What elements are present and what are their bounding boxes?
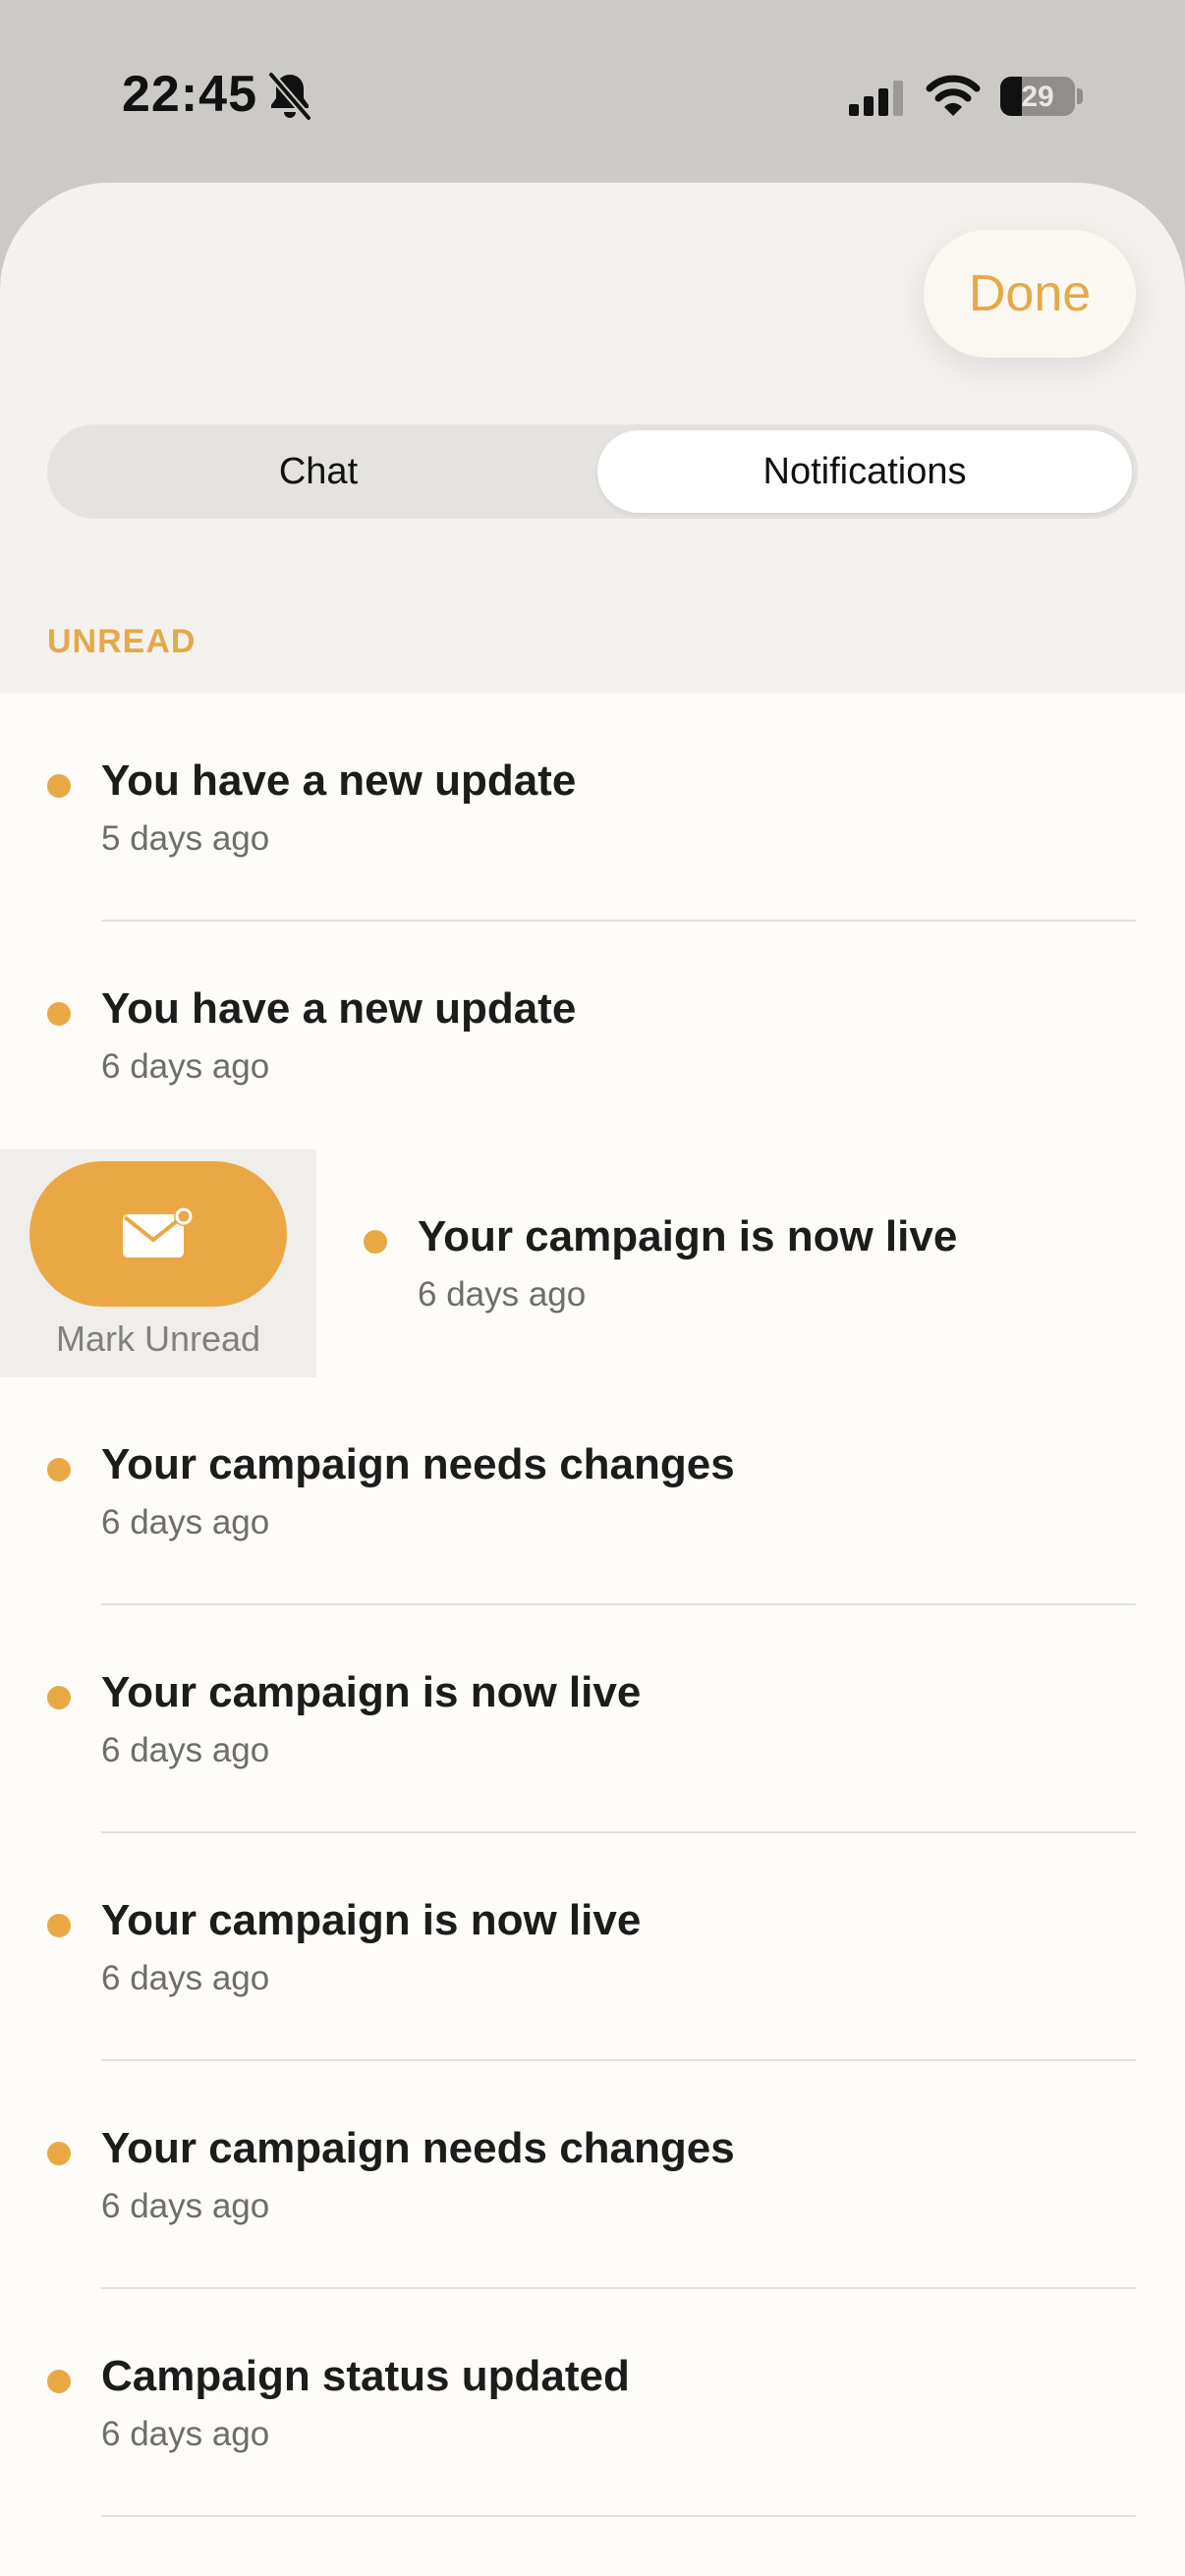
notification-row[interactable]: Your campaign is now live 6 days ago [0, 1833, 1185, 2061]
notification-time: 6 days ago [101, 2415, 270, 2453]
section-header-unread: UNREAD [47, 623, 197, 660]
notification-row-swiped[interactable]: Mark Unread Your campaign is now live 6 … [0, 1149, 1185, 1377]
done-button[interactable]: Done [924, 230, 1136, 358]
cellular-signal-icon [849, 81, 903, 116]
notification-title: Your campaign needs changes [101, 1440, 735, 1488]
battery-icon: 29 [1000, 77, 1075, 116]
notification-list: You have a new update 5 days ago You hav… [0, 694, 1185, 2576]
notification-row[interactable]: You have a new update 5 days ago [0, 694, 1185, 922]
tab-chat[interactable]: Chat [53, 430, 584, 513]
mark-unread-button[interactable] [29, 1161, 287, 1307]
notification-title: Your campaign needs changes [101, 2124, 735, 2172]
notification-time: 6 days ago [418, 1275, 587, 1314]
notification-row[interactable]: Your campaign is now live 6 days ago [0, 1605, 1185, 1833]
unread-dot [47, 1914, 71, 1937]
notification-time: 6 days ago [101, 2187, 270, 2225]
notification-title: You have a new update [101, 984, 577, 1033]
notification-title: Campaign status updated [101, 2352, 630, 2400]
notification-title: You have a new update [101, 756, 577, 805]
notification-time: 6 days ago [101, 1047, 270, 1086]
tab-notifications[interactable]: Notifications [597, 430, 1132, 513]
row-divider [101, 2515, 1136, 2517]
unread-dot [47, 2370, 71, 2393]
swipe-action: Mark Unread [0, 1149, 316, 1377]
notification-row[interactable]: You have a new update 6 days ago [0, 922, 1185, 1149]
unread-dot [47, 1002, 71, 1026]
battery-percent: 29 [1021, 81, 1054, 113]
envelope-badge-icon [123, 1206, 194, 1258]
unread-dot [47, 774, 71, 798]
unread-dot [47, 1686, 71, 1709]
wifi-icon [926, 75, 981, 116]
unread-dot [47, 2142, 71, 2165]
unread-dot [47, 1458, 71, 1482]
notification-time: 6 days ago [101, 1731, 270, 1769]
notification-row[interactable]: Your campaign needs changes 6 days ago [0, 2061, 1185, 2289]
status-time: 22:45 [122, 66, 257, 123]
notification-title: Your campaign is now live [101, 1896, 642, 1944]
segmented-control: Chat Notifications [47, 424, 1138, 519]
notification-row[interactable]: Campaign status updated 6 days ago [0, 2289, 1185, 2517]
notification-time: 6 days ago [101, 1503, 270, 1541]
notification-row[interactable]: Your campaign needs changes 6 days ago [0, 1377, 1185, 1605]
notification-time: 5 days ago [101, 819, 270, 858]
notifications-sheet: Done Chat Notifications UNREAD You have … [0, 183, 1185, 2576]
notification-title: Your campaign is now live [418, 1212, 958, 1260]
bell-off-icon [267, 72, 312, 121]
notification-title: Your campaign is now live [101, 1668, 642, 1716]
status-bar: 22:45 29 [0, 0, 1185, 187]
unread-dot [364, 1230, 387, 1254]
mark-unread-label: Mark Unread [55, 1318, 261, 1359]
notification-time: 6 days ago [101, 1959, 270, 1997]
battery-tip [1077, 88, 1083, 104]
